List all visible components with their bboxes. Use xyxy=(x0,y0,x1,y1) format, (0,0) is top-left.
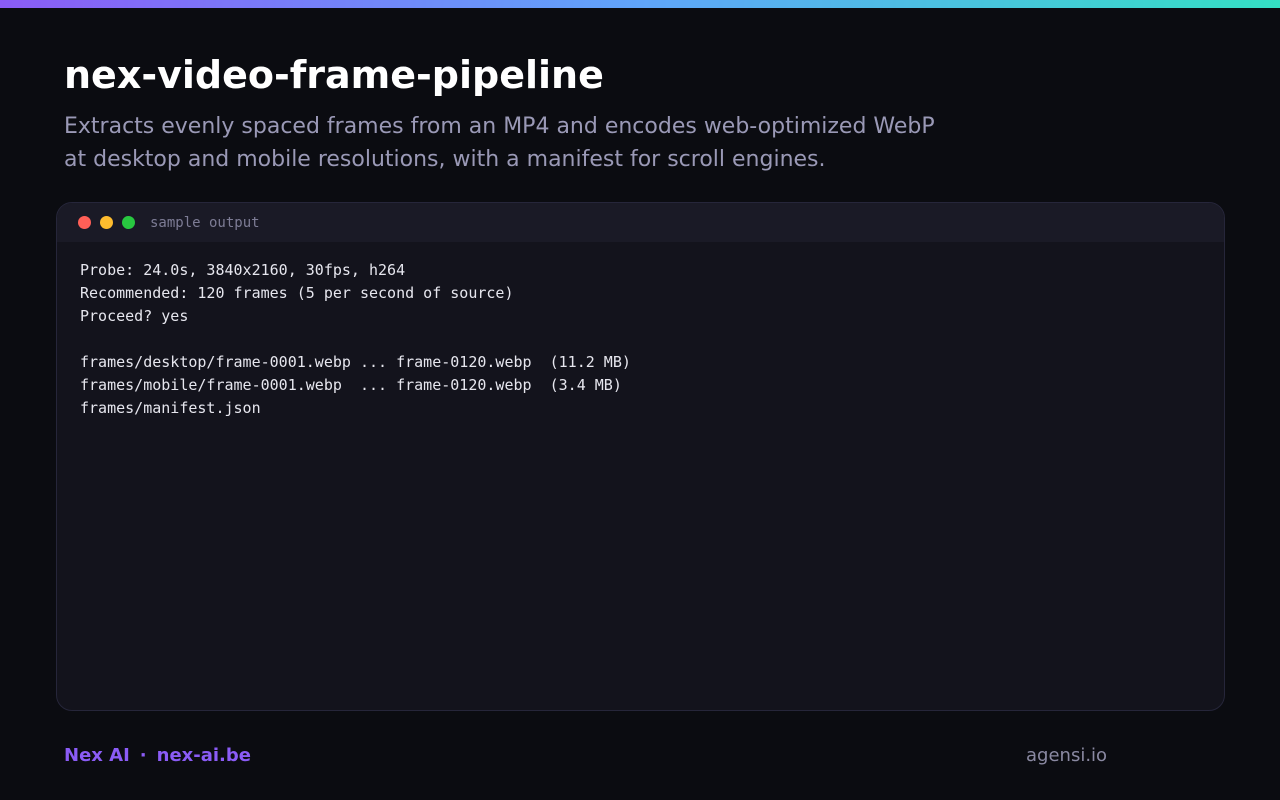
brand-name: Nex AI xyxy=(64,745,130,766)
terminal-line: frames/mobile/frame-0001.webp ... frame-… xyxy=(80,376,622,394)
terminal-line: frames/manifest.json xyxy=(80,399,261,417)
terminal-label: sample output xyxy=(150,215,260,231)
terminal-line: Proceed? yes xyxy=(80,307,189,325)
terminal-line: frames/desktop/frame-0001.webp ... frame… xyxy=(80,353,631,371)
footer-brand: Nex AI · nex-ai.be xyxy=(64,744,251,768)
terminal-line: Probe: 24.0s, 3840x2160, 30fps, h264 xyxy=(80,261,406,279)
sample-output-terminal: sample output Probe: 24.0s, 3840x2160, 3… xyxy=(56,202,1225,711)
maximize-dot-icon xyxy=(122,216,135,229)
description-line: Extracts evenly spaced frames from an MP… xyxy=(64,114,935,139)
minimize-dot-icon xyxy=(100,216,113,229)
nex-ai-link[interactable]: nex-ai.be xyxy=(157,745,251,766)
footer-separator: · xyxy=(139,745,147,766)
terminal-titlebar: sample output xyxy=(57,203,1224,242)
page-title: nex-video-frame-pipeline xyxy=(64,53,604,97)
close-dot-icon xyxy=(78,216,91,229)
page-description: Extracts evenly spaced frames from an MP… xyxy=(64,110,1024,176)
footer-agensi-text: agensi.io xyxy=(1026,745,1108,766)
terminal-output: Probe: 24.0s, 3840x2160, 30fps, h264 Rec… xyxy=(80,259,631,420)
description-line: at desktop and mobile resolutions, with … xyxy=(64,147,826,172)
terminal-line: Recommended: 120 frames (5 per second of… xyxy=(80,284,514,302)
top-gradient-bar xyxy=(0,0,1280,8)
